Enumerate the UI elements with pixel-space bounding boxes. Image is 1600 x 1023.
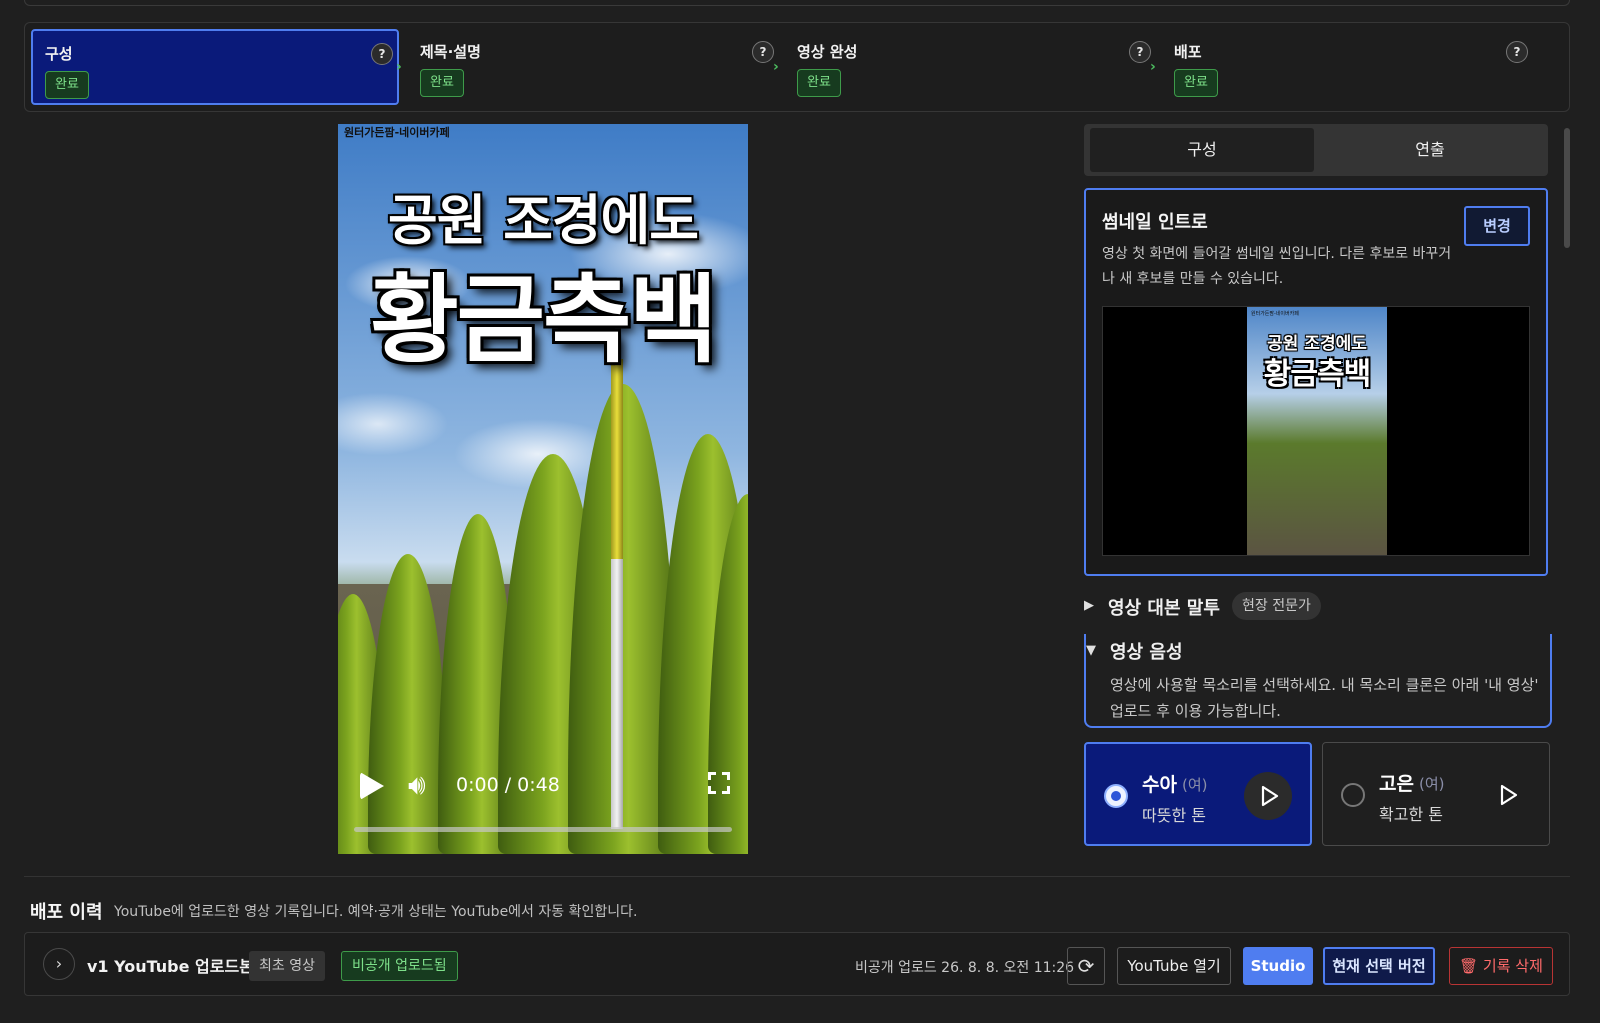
step-title-description[interactable]: 제목·설명 완료 ?	[408, 29, 776, 105]
help-icon[interactable]: ?	[752, 41, 774, 63]
volume-icon[interactable]: 🔊︎	[408, 770, 426, 800]
step-title: 영상 완성	[797, 43, 858, 61]
measuring-pole-top	[611, 359, 623, 559]
chevron-right-icon: ›	[1150, 59, 1156, 75]
help-icon[interactable]: ?	[1129, 41, 1151, 63]
play-icon[interactable]	[360, 772, 384, 800]
status-badge: 비공개 업로드됨	[341, 951, 458, 981]
step-title: 제목·설명	[420, 43, 481, 61]
voice-tone: 확고한 톤	[1379, 805, 1443, 824]
voice-name: 고은	[1379, 773, 1414, 795]
voice-section-label: 영상 음성	[1110, 642, 1183, 663]
radio-selected[interactable]	[1104, 784, 1128, 808]
refresh-button[interactable]: ⟳	[1067, 947, 1105, 985]
collapse-triangle-icon: ▼	[1086, 643, 1096, 658]
video-player[interactable]: 원터가든팜-네이버카페 공원 조경에도 황금측백 🔊︎ 0:00 / 0:48	[338, 124, 748, 854]
change-thumbnail-button[interactable]: 변경	[1464, 206, 1530, 246]
thumbnail-description: 영상 첫 화면에 들어갈 썸네일 씬입니다. 다른 후보로 바꾸거나 새 후보를…	[1102, 246, 1452, 287]
script-tone-tag: 현장 전문가	[1232, 592, 1321, 620]
tab-direction[interactable]: 연출	[1318, 128, 1542, 172]
step-title: 구성	[45, 45, 73, 63]
voice-name: 수아	[1142, 774, 1177, 796]
thumbnail-intro-card: 썸네일 인트로 영상 첫 화면에 들어갈 썸네일 씬입니다. 다른 후보로 바꾸…	[1084, 188, 1548, 576]
delete-record-button[interactable]: 🗑︎ 기록 삭제	[1449, 947, 1553, 985]
step-status-badge: 완료	[45, 71, 89, 99]
voice-gender: (여)	[1419, 775, 1445, 793]
thumbnail-title-line2: 황금측백	[1263, 357, 1371, 392]
step-status-badge: 완료	[1174, 69, 1218, 97]
trash-icon: 🗑︎	[1459, 957, 1483, 975]
voice-option-sua[interactable]: 수아 (여) 따뜻한 톤	[1084, 742, 1312, 846]
thumbnail-title: 썸네일 인트로	[1102, 212, 1208, 233]
play-icon[interactable]	[1244, 772, 1292, 820]
current-version-button[interactable]: 현재 선택 버전	[1323, 947, 1435, 985]
play-icon[interactable]	[1483, 771, 1531, 819]
video-progress-bar[interactable]	[354, 827, 732, 832]
panel-scrollbar[interactable]	[1564, 128, 1570, 248]
video-title-line2: 황금측백	[370, 264, 717, 376]
step-title: 배포	[1174, 43, 1202, 61]
top-panel-edge	[24, 0, 1570, 6]
chevron-right-icon: ›	[396, 59, 402, 75]
step-status-badge: 완료	[797, 69, 841, 97]
voice-section-description: 영상에 사용할 목소리를 선택하세요. 내 목소리 클론은 아래 '내 영상' …	[1110, 676, 1539, 720]
history-description: YouTube에 업로드한 영상 기록입니다. 예약·공개 상태는 YouTub…	[114, 904, 638, 920]
voice-gender: (여)	[1182, 776, 1208, 794]
video-voice-section[interactable]: ▼ 영상 음성 영상에 사용할 목소리를 선택하세요. 내 목소리 클론은 아래…	[1084, 634, 1552, 728]
radio-unselected[interactable]	[1341, 783, 1365, 807]
voice-option-goeun[interactable]: 고은 (여) 확고한 톤	[1322, 742, 1550, 846]
chevron-right-icon[interactable]: ›	[43, 948, 75, 980]
tab-compose[interactable]: 구성	[1090, 128, 1314, 172]
step-deploy[interactable]: 배포 완료 ?	[1162, 29, 1530, 105]
thumbnail-image: 원터가든팜-네이버카페 공원 조경에도 황금측백	[1247, 307, 1387, 555]
history-title: 배포 이력	[30, 902, 103, 923]
section-divider	[24, 876, 1570, 877]
history-entry: › v1 YouTube 업로드본 최초 영상 비공개 업로드됨 비공개 업로드…	[24, 932, 1570, 996]
expand-triangle-icon: ▶	[1084, 598, 1094, 613]
script-tone-label: 영상 대본 말투	[1108, 598, 1220, 619]
panel-tabs: 구성 연출	[1084, 124, 1548, 176]
voice-tone: 따뜻한 톤	[1142, 806, 1206, 825]
thumbnail-preview: 원터가든팜-네이버카페 공원 조경에도 황금측백	[1102, 306, 1530, 556]
step-status-badge: 완료	[420, 69, 464, 97]
studio-button[interactable]: Studio	[1243, 947, 1313, 985]
step-compose[interactable]: 구성 완료 ?	[31, 29, 399, 105]
fullscreen-icon[interactable]	[708, 772, 730, 794]
thumbnail-watermark: 원터가든팜-네이버카페	[1251, 311, 1299, 317]
upload-info: 비공개 업로드 26. 8. 8. 오전 11:26	[855, 960, 1075, 976]
refresh-icon: ⟳	[1077, 954, 1095, 978]
workflow-stepper: 구성 완료 ? › 제목·설명 완료 ? › 영상 완성 완료 ? › 배포 완…	[24, 22, 1570, 112]
video-watermark: 원터가든팜-네이버카페	[344, 126, 450, 139]
origin-chip: 최초 영상	[249, 951, 325, 981]
help-icon[interactable]: ?	[1506, 41, 1528, 63]
delete-record-label: 기록 삭제	[1482, 957, 1543, 975]
video-time: 0:00 / 0:48	[456, 774, 560, 796]
open-youtube-button[interactable]: YouTube 열기	[1117, 947, 1231, 985]
help-icon[interactable]: ?	[371, 43, 393, 65]
step-video-complete[interactable]: 영상 완성 완료 ?	[785, 29, 1153, 105]
version-title: v1 YouTube 업로드본	[87, 957, 254, 976]
chevron-right-icon: ›	[773, 59, 779, 75]
